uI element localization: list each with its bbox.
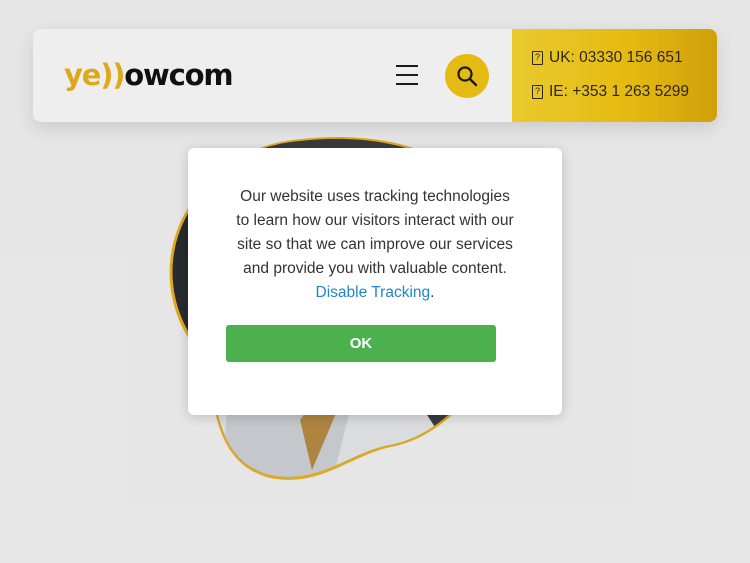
- cookie-message-line: Our website uses tracking technologies: [240, 188, 510, 205]
- disable-tracking-link[interactable]: Disable Tracking: [316, 284, 431, 301]
- cookie-message-line: to learn how our visitors interact with …: [236, 212, 514, 229]
- cookie-message: Our website uses tracking technologies t…: [218, 185, 532, 305]
- cookie-consent-dialog: Our website uses tracking technologies t…: [188, 148, 562, 415]
- ok-button[interactable]: OK: [226, 325, 496, 362]
- link-suffix: .: [430, 284, 435, 301]
- cookie-message-line: and provide you with valuable content.: [243, 260, 507, 277]
- cookie-message-line: site so that we can improve our services: [237, 236, 513, 253]
